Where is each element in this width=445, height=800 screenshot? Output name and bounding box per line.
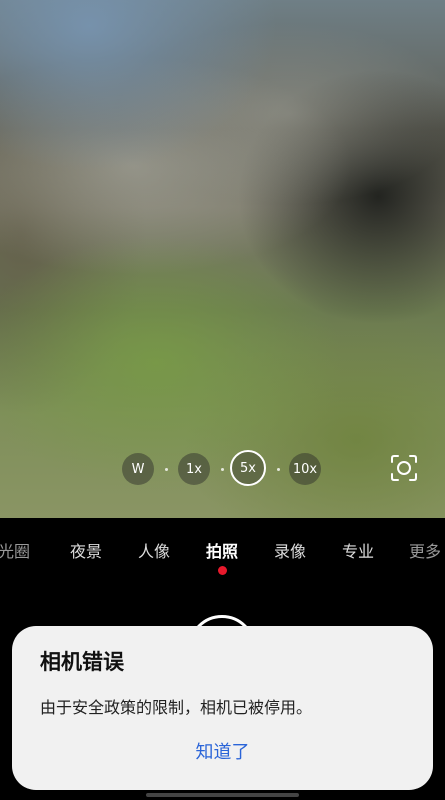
mode-night[interactable]: 夜景 (70, 538, 102, 562)
dialog-message: 由于安全政策的限制，相机已被停用。 (40, 698, 313, 717)
zoom-5x-button[interactable]: 5x (230, 450, 266, 486)
camera-viewfinder[interactable] (0, 0, 445, 518)
home-indicator (146, 793, 299, 797)
dialog-ok-button[interactable]: 知道了 (12, 738, 433, 764)
dialog-title: 相机错误 (40, 650, 124, 674)
zoom-selector: W 1x 5x 10x (122, 450, 332, 487)
zoom-separator-dot (221, 468, 224, 471)
mode-more[interactable]: 更多 (409, 538, 441, 562)
mode-selector: 光圈 夜景 人像 拍照 录像 专业 更多 (0, 530, 445, 570)
zoom-separator-dot (165, 468, 168, 471)
zoom-separator-dot (277, 468, 280, 471)
active-mode-indicator (218, 566, 227, 575)
scan-icon[interactable] (388, 452, 420, 484)
mode-photo[interactable]: 拍照 (206, 538, 238, 562)
mode-video[interactable]: 录像 (274, 538, 306, 562)
zoom-1x-button[interactable]: 1x (178, 453, 210, 485)
camera-error-dialog: 相机错误 由于安全政策的限制，相机已被停用。 知道了 (12, 626, 433, 790)
mode-aperture[interactable]: 光圈 (0, 538, 30, 562)
mode-portrait[interactable]: 人像 (138, 538, 170, 562)
zoom-10x-button[interactable]: 10x (289, 453, 321, 485)
mode-pro[interactable]: 专业 (342, 538, 374, 562)
zoom-wide-button[interactable]: W (122, 453, 154, 485)
